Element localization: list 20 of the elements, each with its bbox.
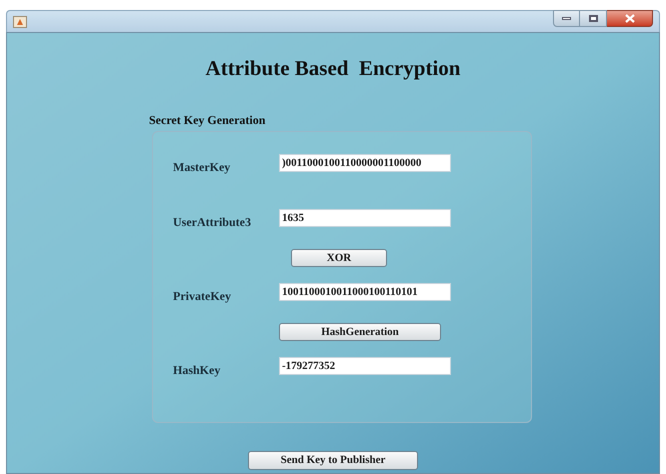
maximize-button[interactable] [580, 10, 607, 27]
field-label: PrivateKey [173, 288, 232, 304]
field-label: HashKey [173, 362, 222, 378]
field-label: UserAttribute3 [173, 214, 252, 230]
input-field[interactable]: 1001100010011000100110101 [279, 282, 451, 300]
app-heading: Attribute Based Encryption [206, 55, 460, 82]
close-button[interactable] [607, 10, 653, 27]
input-field[interactable]: 1635 [279, 208, 451, 226]
input-field[interactable]: -179277352 [279, 356, 451, 374]
action-button[interactable]: XOR [291, 248, 387, 266]
minimize-icon [562, 17, 571, 20]
field-label: MasterKey [173, 158, 232, 176]
action-button[interactable]: HashGeneration [279, 322, 441, 340]
input-field[interactable]: )0011000100110000001100000 [279, 154, 451, 172]
send-button[interactable]: Send Key to Publisher [248, 450, 418, 470]
section-title: Secret Key Generation [149, 112, 266, 128]
maximize-icon [588, 15, 598, 22]
app-icon [13, 16, 27, 28]
minimize-button[interactable] [553, 10, 580, 27]
close-icon [624, 14, 634, 23]
